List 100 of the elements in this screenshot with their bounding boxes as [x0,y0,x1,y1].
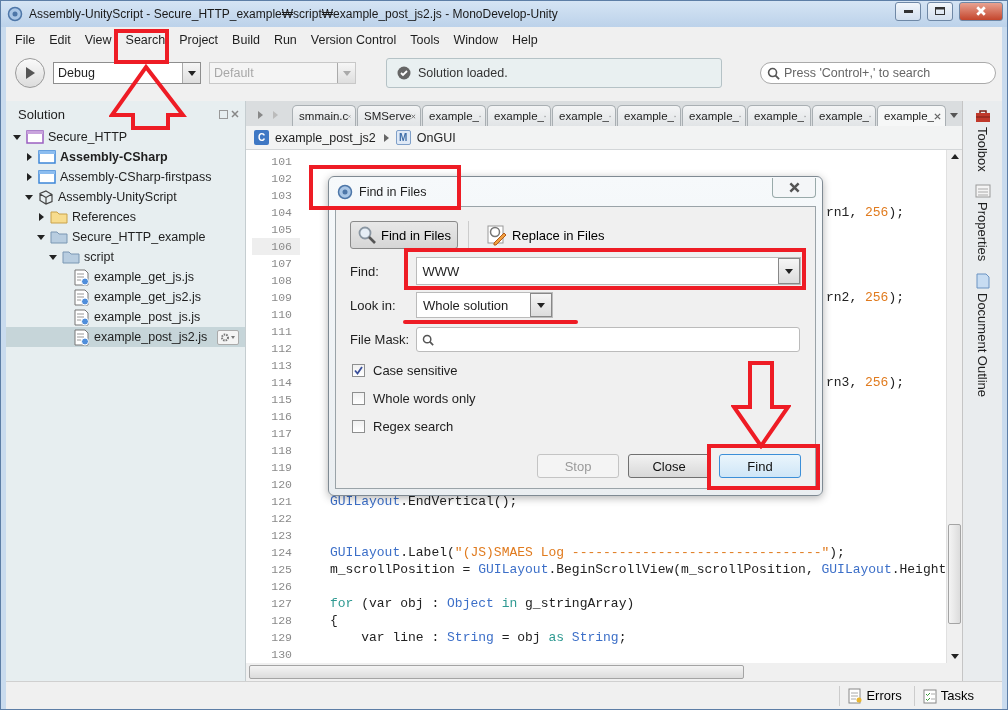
mode-button[interactable]: Replace in Files [479,221,612,249]
tree-item[interactable]: Secure_HTTP_example [6,227,245,247]
expand-arrow-icon[interactable] [49,253,57,261]
code-line: var line : String = obj as String; [360,630,627,645]
scrollbar-thumb[interactable] [948,524,962,624]
menu-item[interactable]: Version Control [303,30,404,50]
toolbox-icon [974,109,991,123]
checkbox[interactable] [352,364,365,377]
file-mask-field[interactable] [416,327,800,352]
editor-tab[interactable]: example_ [682,105,747,126]
line-number: 125 [270,562,293,578]
expand-arrow-icon[interactable] [37,213,45,221]
scroll-up-icon[interactable] [950,153,959,161]
document-icon [975,273,990,290]
find-combo[interactable]: WWW [415,257,801,285]
pad-title: Solution [18,106,65,122]
editor-tab[interactable]: example_ [422,105,487,126]
close-button[interactable] [959,1,1003,21]
status-pad-button[interactable]: Errors [839,685,910,706]
tree-item[interactable]: example_post_js2.js [6,327,245,347]
menu-item[interactable]: Search [118,30,173,50]
tree-item[interactable]: example_get_js.js [6,267,245,287]
line-number: 108 [270,273,293,289]
editor-tab[interactable]: example_ [812,105,877,126]
scrollbar-thumb[interactable] [249,665,744,679]
dropdown-arrow-icon[interactable] [785,267,793,275]
scroll-down-icon[interactable] [950,652,959,660]
editor-tab[interactable]: example_ [617,105,682,126]
line-number: 126 [270,579,293,595]
search-field[interactable]: Press 'Control+,' to search [760,62,996,84]
menu-item[interactable]: Edit [42,30,78,50]
expand-arrow-icon[interactable] [25,153,33,161]
editor-tab[interactable]: example_ [487,105,552,126]
line-number: 109 [270,290,293,306]
menu-item[interactable]: File [8,30,43,50]
tree-item[interactable]: Assembly-UnityScript [6,187,245,207]
configuration-dropdown[interactable]: Debug [53,62,201,84]
expand-arrow-icon[interactable] [25,173,33,181]
menu-item[interactable]: Window [446,30,505,50]
error-list-icon [848,687,863,704]
dialog-button[interactable]: Find [719,454,801,478]
menu-item[interactable]: Help [504,30,545,50]
editor-tab[interactable]: smmain.c [292,105,357,126]
maximize-button[interactable] [927,1,953,21]
separator-arrow-icon[interactable] [381,133,390,142]
tab-list-arrow-icon[interactable] [950,111,959,119]
checkbox[interactable] [352,392,365,405]
status-text: Solution loaded. [418,66,508,80]
status-pad-button[interactable]: Tasks [913,685,982,706]
tree-item[interactable]: example_get_js2.js [6,287,245,307]
dialog-button[interactable]: Close [628,454,710,478]
tree-item[interactable]: References [6,207,245,227]
app-icon [7,6,23,22]
line-number: 107 [270,256,293,272]
check-circle-icon [397,66,411,80]
editor-tab[interactable]: example_ [747,105,812,126]
tree-item[interactable]: script [6,247,245,267]
dock-tab[interactable]: Toolbox [975,127,990,172]
minimize-button[interactable] [895,1,921,21]
expand-arrow-icon[interactable] [13,133,21,141]
maximize-icon [935,7,945,15]
editor-tab[interactable]: example_ [877,105,946,126]
dock-tab[interactable]: Document Outline [975,293,990,398]
vertical-scrollbar[interactable] [946,150,962,663]
menu-item[interactable]: Tools [403,30,447,50]
dropdown-arrow-icon[interactable] [537,301,545,309]
breadcrumb-item[interactable]: example_post_js2 [275,130,376,145]
breadcrumb-item[interactable]: OnGUI [416,130,456,145]
close-button[interactable] [772,177,816,198]
back-arrow-icon[interactable] [255,111,264,119]
line-number: 130 [270,647,293,663]
checkbox[interactable] [352,420,365,433]
run-button[interactable] [15,58,45,88]
app-icon [337,183,353,200]
menu-item[interactable]: View [77,30,119,50]
code-line: GUILayout.Label("(JS)SMAES Log --------------------------------"); [330,545,845,560]
check-icon [354,366,363,375]
look-in-combo[interactable]: Whole solution [416,292,553,318]
dock-tab[interactable]: Properties [975,201,990,262]
tree-item[interactable]: Assembly-CSharp [6,147,245,167]
code-line: for (var obj : Object in g_stringArray) [330,596,635,611]
expand-arrow-icon[interactable] [37,233,45,241]
menu-item[interactable]: Run [266,30,304,50]
editor-tab[interactable]: example_ [552,105,617,126]
pencil-magnifier-icon [486,224,509,246]
tree-item[interactable]: example_post_js.js [6,307,245,327]
expand-arrow-icon[interactable] [25,193,33,201]
project-icon [38,150,56,164]
tree-item[interactable]: Assembly-CSharp-firstpass [6,167,245,187]
editor-tab[interactable]: SMServe [357,105,422,126]
gear-button[interactable] [217,329,239,345]
script-file-icon [74,288,90,306]
tree-item[interactable]: Secure_HTTP [6,127,245,147]
dock-toggle-icon[interactable] [219,109,228,119]
cube-icon [38,189,54,205]
mode-button[interactable]: Find in Files [350,221,459,249]
menu-item[interactable]: Project [172,30,226,50]
dropdown-arrow-icon[interactable] [187,69,196,77]
menu-item[interactable]: Build [225,30,267,50]
horizontal-scrollbar[interactable] [246,663,962,681]
